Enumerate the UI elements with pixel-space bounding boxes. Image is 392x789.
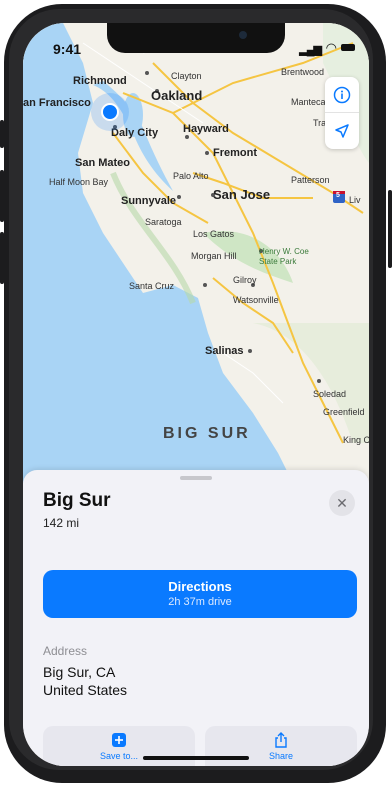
mute-switch bbox=[0, 120, 4, 148]
address-caption: Address bbox=[43, 644, 88, 658]
map-region-label: BIG SUR bbox=[163, 425, 251, 442]
map-label-henry-coe: Henry W. Coe State Park bbox=[259, 247, 309, 266]
map-label-san-francisco: an Francisco bbox=[23, 97, 91, 109]
map-label-greenfield: Greenfield bbox=[323, 407, 365, 417]
map-label-king-city: King C bbox=[343, 435, 369, 445]
address-section: Address Big Sur, CA United States bbox=[43, 632, 357, 712]
signal-icon: ▂▄▆ bbox=[299, 44, 322, 56]
map-label-half-moon-bay: Half Moon Bay bbox=[49, 177, 109, 187]
map-label-saratoga: Saratoga bbox=[145, 217, 182, 227]
directions-button[interactable]: Directions 2h 37m drive bbox=[43, 570, 357, 618]
map-label-sunnyvale: Sunnyvale bbox=[121, 195, 177, 207]
map-label-san-jose: San Jose bbox=[213, 187, 271, 202]
map-label-gilroy: Gilroy bbox=[233, 275, 257, 285]
map-label-daly-city: Daly City bbox=[111, 127, 159, 139]
map-label-santa-cruz: Santa Cruz bbox=[129, 281, 175, 291]
tracking-button[interactable] bbox=[325, 114, 359, 148]
info-button[interactable] bbox=[325, 78, 359, 113]
save-to-button[interactable]: Save to... bbox=[43, 726, 195, 766]
power-button bbox=[388, 190, 392, 268]
info-icon bbox=[333, 86, 351, 104]
map-label-watsonville: Watsonville bbox=[233, 295, 279, 305]
close-icon: ✕ bbox=[336, 494, 348, 511]
battery-icon bbox=[341, 44, 355, 51]
share-icon bbox=[275, 732, 287, 748]
map-label-richmond: Richmond bbox=[73, 75, 127, 87]
highway-shield-number: 5 bbox=[336, 192, 340, 199]
volume-up-button bbox=[0, 170, 4, 222]
map-label-patterson: Patterson bbox=[291, 175, 330, 185]
status-bar: 9:41 ▂▄▆ ◠ bbox=[23, 23, 369, 67]
map-label-soledad: Soledad bbox=[313, 389, 347, 399]
plus-square-icon bbox=[112, 733, 126, 747]
place-title: Big Sur bbox=[43, 490, 111, 511]
map-view[interactable]: Richmond Clayton Brentwood an Francisco … bbox=[23, 23, 369, 483]
home-indicator[interactable] bbox=[143, 756, 249, 760]
map-label-hayward: Hayward bbox=[183, 123, 229, 135]
wifi-icon: ◠ bbox=[325, 40, 337, 55]
sheet-grabber[interactable] bbox=[180, 476, 212, 480]
map-label-los-gatos: Los Gatos bbox=[193, 229, 235, 239]
map-label-salinas: Salinas bbox=[205, 345, 244, 357]
place-card: Big Sur 142 mi ✕ Directions 2h 37m drive… bbox=[23, 470, 369, 766]
directions-drive-time: 2h 37m drive bbox=[168, 596, 232, 608]
map-label-morgan-hill: Morgan Hill bbox=[191, 251, 237, 261]
current-location-dot bbox=[101, 103, 119, 121]
directions-label: Directions bbox=[168, 579, 232, 594]
map-label-brentwood: Brentwood bbox=[281, 67, 325, 77]
volume-down-button bbox=[0, 232, 4, 284]
address-line-1: Big Sur, CA bbox=[43, 664, 116, 680]
map-label-livingston: Liv bbox=[349, 195, 361, 205]
close-button[interactable]: ✕ bbox=[329, 490, 355, 516]
map-label-fremont: Fremont bbox=[213, 147, 257, 159]
address-line-2: United States bbox=[43, 682, 128, 698]
status-time: 9:41 bbox=[53, 41, 82, 57]
map-label-manteca: Manteca bbox=[291, 97, 326, 107]
map-controls bbox=[325, 77, 359, 149]
map-label-san-mateo: San Mateo bbox=[75, 157, 131, 169]
location-arrow-icon bbox=[335, 124, 349, 138]
share-button[interactable]: Share bbox=[205, 726, 357, 766]
map-label-oakland: Oakland bbox=[151, 88, 203, 103]
map-label-palo-alto: Palo Alto bbox=[173, 171, 209, 181]
screen: Richmond Clayton Brentwood an Francisco … bbox=[23, 23, 369, 766]
map-label-clayton: Clayton bbox=[171, 71, 202, 81]
place-distance: 142 mi bbox=[43, 516, 80, 530]
